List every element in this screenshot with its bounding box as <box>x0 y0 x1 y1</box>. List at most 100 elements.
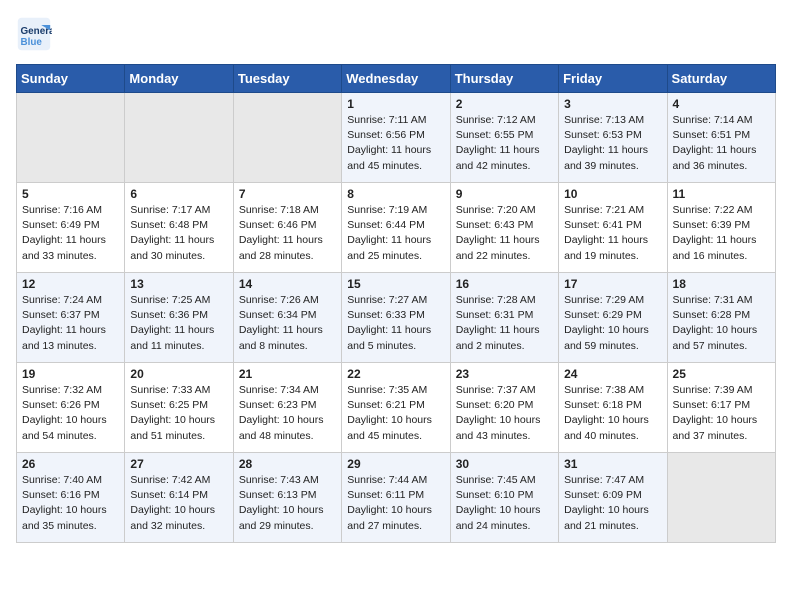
day-cell <box>233 93 341 183</box>
day-number: 30 <box>456 457 553 471</box>
svg-text:Blue: Blue <box>21 37 43 48</box>
day-number: 1 <box>347 97 444 111</box>
day-cell: 20 Sunrise: 7:33 AM Sunset: 6:25 PM Dayli… <box>125 363 233 453</box>
day-number: 20 <box>130 367 227 381</box>
day-cell: 25 Sunrise: 7:39 AM Sunset: 6:17 PM Dayli… <box>667 363 775 453</box>
day-info: Sunrise: 7:43 AM Sunset: 6:13 PM Dayligh… <box>239 473 336 534</box>
day-info: Sunrise: 7:44 AM Sunset: 6:11 PM Dayligh… <box>347 473 444 534</box>
day-cell: 28 Sunrise: 7:43 AM Sunset: 6:13 PM Dayli… <box>233 453 341 543</box>
day-info: Sunrise: 7:11 AM Sunset: 6:56 PM Dayligh… <box>347 113 444 174</box>
page-header: General Blue <box>16 16 776 52</box>
header-cell-thursday: Thursday <box>450 65 558 93</box>
day-number: 9 <box>456 187 553 201</box>
day-cell: 21 Sunrise: 7:34 AM Sunset: 6:23 PM Dayli… <box>233 363 341 453</box>
day-number: 5 <box>22 187 119 201</box>
day-number: 8 <box>347 187 444 201</box>
day-info: Sunrise: 7:35 AM Sunset: 6:21 PM Dayligh… <box>347 383 444 444</box>
day-cell <box>667 453 775 543</box>
day-info: Sunrise: 7:47 AM Sunset: 6:09 PM Dayligh… <box>564 473 661 534</box>
day-info: Sunrise: 7:25 AM Sunset: 6:36 PM Dayligh… <box>130 293 227 354</box>
day-cell: 30Sunrise: 7:45 AM Sunset: 6:10 PM Dayli… <box>450 453 558 543</box>
day-cell: 2 Sunrise: 7:12 AM Sunset: 6:55 PM Daylig… <box>450 93 558 183</box>
day-info: Sunrise: 7:20 AM Sunset: 6:43 PM Dayligh… <box>456 203 553 264</box>
day-number: 10 <box>564 187 661 201</box>
day-cell: 15 Sunrise: 7:27 AM Sunset: 6:33 PM Dayli… <box>342 273 450 363</box>
day-info: Sunrise: 7:16 AM Sunset: 6:49 PM Dayligh… <box>22 203 119 264</box>
header-row: SundayMondayTuesdayWednesdayThursdayFrid… <box>17 65 776 93</box>
day-number: 25 <box>673 367 770 381</box>
day-cell: 3 Sunrise: 7:13 AM Sunset: 6:53 PM Daylig… <box>559 93 667 183</box>
day-info: Sunrise: 7:13 AM Sunset: 6:53 PM Dayligh… <box>564 113 661 174</box>
logo-icon: General Blue <box>16 16 52 52</box>
day-number: 28 <box>239 457 336 471</box>
day-info: Sunrise: 7:39 AM Sunset: 6:17 PM Dayligh… <box>673 383 770 444</box>
day-info: Sunrise: 7:22 AM Sunset: 6:39 PM Dayligh… <box>673 203 770 264</box>
day-number: 4 <box>673 97 770 111</box>
day-info: Sunrise: 7:34 AM Sunset: 6:23 PM Dayligh… <box>239 383 336 444</box>
day-cell: 11Sunrise: 7:22 AM Sunset: 6:39 PM Dayli… <box>667 183 775 273</box>
day-info: Sunrise: 7:21 AM Sunset: 6:41 PM Dayligh… <box>564 203 661 264</box>
day-cell: 16 Sunrise: 7:28 AM Sunset: 6:31 PM Dayli… <box>450 273 558 363</box>
day-cell: 23 Sunrise: 7:37 AM Sunset: 6:20 PM Dayli… <box>450 363 558 453</box>
day-cell: 1 Sunrise: 7:11 AM Sunset: 6:56 PM Daylig… <box>342 93 450 183</box>
day-info: Sunrise: 7:14 AM Sunset: 6:51 PM Dayligh… <box>673 113 770 174</box>
day-info: Sunrise: 7:31 AM Sunset: 6:28 PM Dayligh… <box>673 293 770 354</box>
day-cell: 17Sunrise: 7:29 AM Sunset: 6:29 PM Dayli… <box>559 273 667 363</box>
calendar-body: 1 Sunrise: 7:11 AM Sunset: 6:56 PM Daylig… <box>17 93 776 543</box>
day-info: Sunrise: 7:40 AM Sunset: 6:16 PM Dayligh… <box>22 473 119 534</box>
day-number: 16 <box>456 277 553 291</box>
day-cell: 26Sunrise: 7:40 AM Sunset: 6:16 PM Dayli… <box>17 453 125 543</box>
day-number: 3 <box>564 97 661 111</box>
day-number: 14 <box>239 277 336 291</box>
header-cell-wednesday: Wednesday <box>342 65 450 93</box>
header-cell-sunday: Sunday <box>17 65 125 93</box>
calendar-header: SundayMondayTuesdayWednesdayThursdayFrid… <box>17 65 776 93</box>
calendar-table: SundayMondayTuesdayWednesdayThursdayFrid… <box>16 64 776 543</box>
day-cell: 12Sunrise: 7:24 AM Sunset: 6:37 PM Dayli… <box>17 273 125 363</box>
day-number: 23 <box>456 367 553 381</box>
day-number: 7 <box>239 187 336 201</box>
day-info: Sunrise: 7:26 AM Sunset: 6:34 PM Dayligh… <box>239 293 336 354</box>
day-cell: 8 Sunrise: 7:19 AM Sunset: 6:44 PM Daylig… <box>342 183 450 273</box>
week-row-1: 1 Sunrise: 7:11 AM Sunset: 6:56 PM Daylig… <box>17 93 776 183</box>
day-info: Sunrise: 7:12 AM Sunset: 6:55 PM Dayligh… <box>456 113 553 174</box>
day-cell: 6 Sunrise: 7:17 AM Sunset: 6:48 PM Daylig… <box>125 183 233 273</box>
day-number: 24 <box>564 367 661 381</box>
week-row-4: 19Sunrise: 7:32 AM Sunset: 6:26 PM Dayli… <box>17 363 776 453</box>
logo: General Blue <box>16 16 56 52</box>
day-info: Sunrise: 7:42 AM Sunset: 6:14 PM Dayligh… <box>130 473 227 534</box>
day-number: 21 <box>239 367 336 381</box>
day-info: Sunrise: 7:19 AM Sunset: 6:44 PM Dayligh… <box>347 203 444 264</box>
header-cell-tuesday: Tuesday <box>233 65 341 93</box>
day-number: 17 <box>564 277 661 291</box>
day-number: 15 <box>347 277 444 291</box>
day-info: Sunrise: 7:33 AM Sunset: 6:25 PM Dayligh… <box>130 383 227 444</box>
day-cell: 27 Sunrise: 7:42 AM Sunset: 6:14 PM Dayli… <box>125 453 233 543</box>
day-cell: 24 Sunrise: 7:38 AM Sunset: 6:18 PM Dayli… <box>559 363 667 453</box>
day-number: 13 <box>130 277 227 291</box>
day-info: Sunrise: 7:17 AM Sunset: 6:48 PM Dayligh… <box>130 203 227 264</box>
day-number: 31 <box>564 457 661 471</box>
day-cell: 5 Sunrise: 7:16 AM Sunset: 6:49 PM Daylig… <box>17 183 125 273</box>
header-cell-monday: Monday <box>125 65 233 93</box>
day-info: Sunrise: 7:32 AM Sunset: 6:26 PM Dayligh… <box>22 383 119 444</box>
week-row-2: 5 Sunrise: 7:16 AM Sunset: 6:49 PM Daylig… <box>17 183 776 273</box>
day-number: 27 <box>130 457 227 471</box>
day-number: 2 <box>456 97 553 111</box>
day-info: Sunrise: 7:28 AM Sunset: 6:31 PM Dayligh… <box>456 293 553 354</box>
day-info: Sunrise: 7:18 AM Sunset: 6:46 PM Dayligh… <box>239 203 336 264</box>
day-number: 6 <box>130 187 227 201</box>
day-number: 22 <box>347 367 444 381</box>
day-cell: 9 Sunrise: 7:20 AM Sunset: 6:43 PM Daylig… <box>450 183 558 273</box>
day-cell: 13 Sunrise: 7:25 AM Sunset: 6:36 PM Dayli… <box>125 273 233 363</box>
day-cell: 10 Sunrise: 7:21 AM Sunset: 6:41 PM Dayli… <box>559 183 667 273</box>
header-cell-saturday: Saturday <box>667 65 775 93</box>
day-info: Sunrise: 7:37 AM Sunset: 6:20 PM Dayligh… <box>456 383 553 444</box>
day-cell: 31 Sunrise: 7:47 AM Sunset: 6:09 PM Dayli… <box>559 453 667 543</box>
day-cell <box>17 93 125 183</box>
day-info: Sunrise: 7:27 AM Sunset: 6:33 PM Dayligh… <box>347 293 444 354</box>
day-cell: 22 Sunrise: 7:35 AM Sunset: 6:21 PM Dayli… <box>342 363 450 453</box>
day-number: 12 <box>22 277 119 291</box>
day-cell: 29Sunrise: 7:44 AM Sunset: 6:11 PM Dayli… <box>342 453 450 543</box>
day-info: Sunrise: 7:38 AM Sunset: 6:18 PM Dayligh… <box>564 383 661 444</box>
